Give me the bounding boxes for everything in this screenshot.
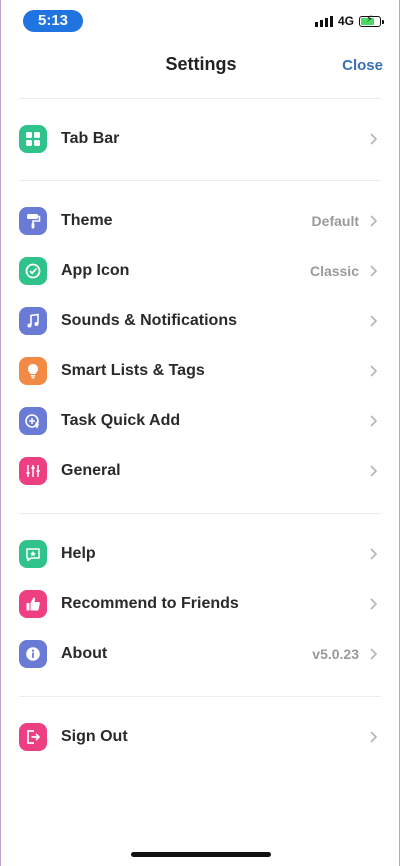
grid-icon: [19, 125, 47, 153]
settings-item-label: Sign Out: [61, 728, 128, 745]
divider: [19, 513, 381, 514]
quick-add-icon: [19, 407, 47, 435]
paint-roller-icon: [19, 207, 47, 235]
info-icon: [19, 640, 47, 668]
chevron-right-icon: [365, 463, 381, 479]
chevron-right-icon: [365, 263, 381, 279]
settings-item-label: About: [61, 645, 108, 662]
chevron-right-icon: [365, 646, 381, 662]
divider: [19, 98, 381, 99]
help-chat-icon: [19, 540, 47, 568]
network-type: 4G: [337, 14, 354, 28]
divider: [19, 696, 381, 697]
settings-item-sounds-notifications[interactable]: Sounds & Notifications: [1, 299, 400, 343]
chevron-right-icon: [365, 596, 381, 612]
divider: [19, 180, 381, 181]
settings-item-label: Recommend to Friends: [61, 595, 239, 612]
settings-item-sign-out[interactable]: Sign Out: [1, 715, 400, 759]
settings-item-about[interactable]: About v5.0.23: [1, 632, 400, 676]
settings-item-smart-lists-tags[interactable]: Smart Lists & Tags: [1, 349, 400, 393]
thumbs-up-icon: [19, 590, 47, 618]
chevron-right-icon: [365, 546, 381, 562]
home-indicator: [131, 852, 271, 857]
settings-item-app-icon[interactable]: App Icon Classic: [1, 249, 400, 293]
light-bulb-icon: [19, 357, 47, 385]
settings-item-label: Sounds & Notifications: [61, 312, 237, 329]
settings-item-task-quick-add[interactable]: Task Quick Add: [1, 399, 400, 443]
chevron-right-icon: [365, 363, 381, 379]
music-note-icon: [19, 307, 47, 335]
settings-item-label: Help: [61, 545, 96, 562]
settings-item-label: Tab Bar: [61, 130, 120, 147]
settings-item-value: Default: [311, 213, 359, 229]
sliders-icon: [19, 457, 47, 485]
chevron-right-icon: [365, 213, 381, 229]
settings-item-theme[interactable]: Theme Default: [1, 199, 400, 243]
settings-item-recommend-to-friends[interactable]: Recommend to Friends: [1, 582, 400, 626]
chevron-right-icon: [365, 131, 381, 147]
settings-item-label: Smart Lists & Tags: [61, 362, 205, 379]
settings-item-value: v5.0.23: [312, 646, 359, 662]
chevron-right-icon: [365, 413, 381, 429]
page-title: Settings: [165, 54, 237, 74]
settings-item-general[interactable]: General: [1, 449, 400, 493]
chevron-right-icon: [365, 313, 381, 329]
close-button[interactable]: Close: [342, 57, 383, 74]
settings-item-help[interactable]: Help: [1, 532, 400, 576]
settings-item-label: Theme: [61, 212, 113, 229]
status-bar: 5:13 4G ⚡: [1, 0, 400, 38]
sign-out-icon: [19, 723, 47, 751]
screen: 5:13 4G ⚡ Settings Close Tab Bar Theme D…: [0, 0, 400, 866]
settings-item-label: General: [61, 462, 121, 479]
settings-item-value: Classic: [309, 263, 359, 279]
settings-item-label: Task Quick Add: [61, 412, 181, 429]
status-indicators: 4G ⚡: [314, 14, 384, 28]
signal-icon: [314, 15, 333, 27]
settings-item-label: App Icon: [61, 262, 130, 279]
check-circle-icon: [19, 257, 47, 285]
nav-bar: Settings Close: [1, 38, 400, 90]
chevron-right-icon: [365, 729, 381, 745]
status-time: 5:13: [23, 10, 83, 32]
settings-item-tab-bar[interactable]: Tab Bar: [1, 117, 400, 161]
battery-icon: ⚡: [359, 14, 384, 27]
